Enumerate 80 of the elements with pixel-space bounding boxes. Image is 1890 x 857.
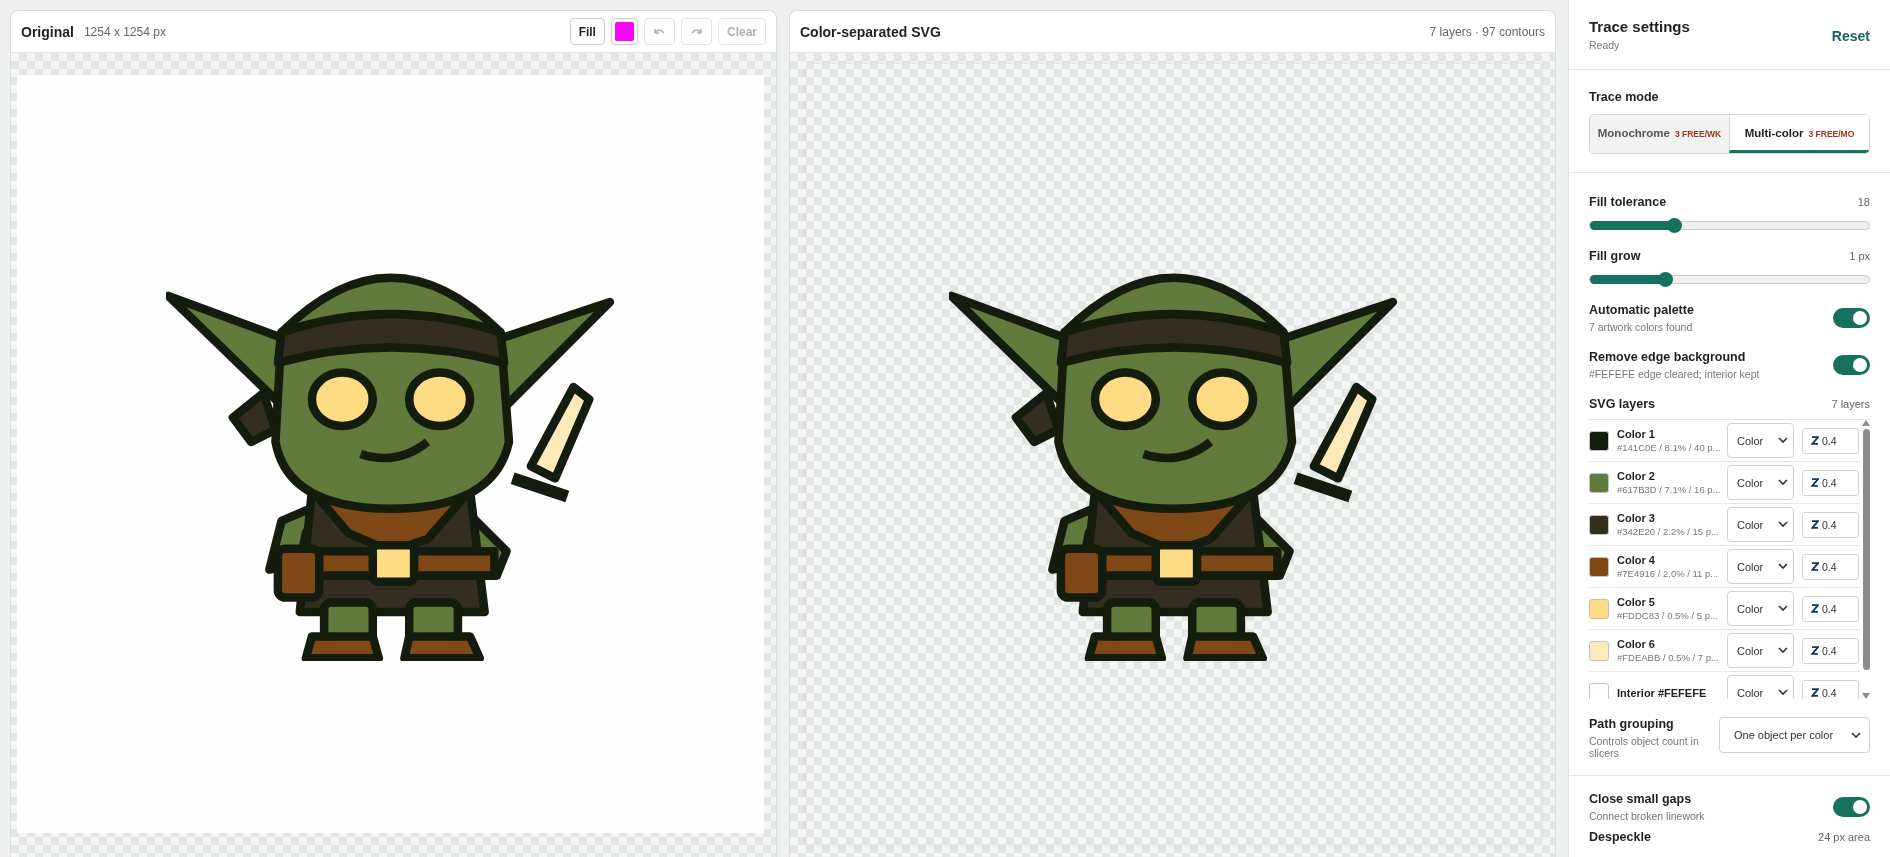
setting-label: Automatic palette bbox=[1589, 303, 1694, 317]
z-icon bbox=[1811, 478, 1819, 487]
toggle-switch[interactable] bbox=[1833, 308, 1870, 328]
z-icon bbox=[1811, 688, 1819, 697]
chevron-down-icon bbox=[1778, 689, 1788, 696]
layer-mode-select[interactable]: Color bbox=[1727, 549, 1794, 584]
layer-name: Color 3 bbox=[1617, 512, 1656, 524]
z-index-field[interactable]: 0.4 bbox=[1802, 511, 1859, 538]
panel-title: Original bbox=[21, 23, 74, 40]
sidebar-title: Trace settings bbox=[1589, 18, 1690, 35]
z-icon bbox=[1811, 520, 1819, 529]
mode-tab[interactable]: Multi-color 3 FREE/MO bbox=[1729, 115, 1869, 153]
layer-details: #FDDC83 / 0.5% / 5 p... bbox=[1617, 610, 1719, 621]
layer-details: #342E20 / 2.2% / 15 p... bbox=[1617, 526, 1719, 537]
layer-mode-select[interactable]: Color bbox=[1727, 507, 1794, 542]
redo-icon bbox=[689, 27, 703, 36]
z-index-field[interactable]: 0.4 bbox=[1802, 637, 1859, 664]
z-index-field[interactable]: 0.4 bbox=[1802, 427, 1859, 454]
z-icon bbox=[1811, 436, 1819, 445]
mode-tab[interactable]: Monochrome 3 FREE/WK bbox=[1590, 115, 1729, 153]
scrollbar[interactable] bbox=[1860, 420, 1870, 699]
section-label: Trace mode bbox=[1589, 90, 1660, 104]
layer-details: #FDEABB / 0.5% / 7 p... bbox=[1617, 652, 1719, 663]
toggle-switch[interactable] bbox=[1833, 355, 1870, 375]
layer-name: Color 4 bbox=[1617, 554, 1656, 566]
z-index-field[interactable]: 0.4 bbox=[1802, 553, 1859, 580]
setting-hint: Connect broken linework bbox=[1589, 810, 1705, 822]
section-label: SVG layers bbox=[1589, 397, 1655, 411]
slider-value: 1 px bbox=[1849, 250, 1870, 262]
layer-mode-select[interactable]: Color bbox=[1727, 423, 1794, 458]
setting-label: Close small gaps bbox=[1589, 792, 1693, 806]
layer-name: Color 6 bbox=[1617, 638, 1656, 650]
status-text: Ready bbox=[1589, 39, 1621, 51]
reset-button[interactable]: Reset bbox=[1831, 28, 1870, 44]
z-icon bbox=[1811, 604, 1819, 613]
layer-name: Color 2 bbox=[1617, 470, 1656, 482]
layer-name: Color 5 bbox=[1617, 596, 1656, 608]
chevron-down-icon bbox=[1778, 563, 1788, 570]
setting-label: Remove edge background bbox=[1589, 350, 1747, 364]
layer-name: Interior #FEFEFE bbox=[1617, 686, 1708, 699]
layer-details: #141C0E / 8.1% / 40 p... bbox=[1617, 442, 1719, 453]
setting-hint: 7 artwork colors found bbox=[1589, 321, 1694, 333]
slider-thumb[interactable] bbox=[1658, 272, 1674, 287]
layer-details: #7E4916 / 2.0% / 11 p... bbox=[1617, 568, 1719, 579]
chevron-down-icon bbox=[1778, 605, 1788, 612]
slider-label: Fill tolerance bbox=[1589, 195, 1667, 209]
chevron-down-icon bbox=[1778, 647, 1788, 654]
path-grouping-select[interactable]: One object per color bbox=[1719, 717, 1870, 753]
layer-summary: 7 layers · 97 contours bbox=[1429, 24, 1545, 39]
undo-icon bbox=[652, 27, 666, 36]
image-size: 1254 x 1254 px bbox=[83, 24, 166, 39]
toggle-switch[interactable] bbox=[1833, 797, 1870, 817]
z-icon bbox=[1811, 646, 1819, 655]
fill-button[interactable]: Fill bbox=[569, 18, 605, 45]
despeckle-value: 24 px area bbox=[1818, 831, 1870, 843]
chevron-down-icon bbox=[1778, 437, 1788, 444]
scroll-up-icon bbox=[1862, 420, 1870, 426]
z-index-field[interactable]: 0.4 bbox=[1802, 469, 1859, 496]
z-icon bbox=[1811, 562, 1819, 571]
layer-count: 7 layers bbox=[1831, 398, 1870, 410]
panel-title: Color-separated SVG bbox=[800, 23, 941, 40]
layer-mode-select[interactable]: Color bbox=[1727, 633, 1794, 668]
slider-value: 18 bbox=[1857, 196, 1870, 208]
setting-label: Path grouping bbox=[1589, 717, 1675, 731]
slider-label: Fill grow bbox=[1589, 249, 1641, 263]
setting-label: Despeckle bbox=[1589, 830, 1651, 844]
chevron-down-icon bbox=[1778, 479, 1788, 486]
slider-thumb[interactable] bbox=[1666, 218, 1682, 233]
layer-name: Color 1 bbox=[1617, 428, 1656, 440]
scroll-down-icon bbox=[1862, 693, 1870, 699]
chevron-down-icon bbox=[1851, 731, 1861, 739]
setting-hint: Controls object count in slicers bbox=[1589, 735, 1700, 759]
layer-mode-select[interactable]: Color bbox=[1727, 465, 1794, 500]
layer-mode-select[interactable]: Color bbox=[1727, 591, 1794, 626]
layer-mode-select[interactable]: Color bbox=[1727, 675, 1794, 699]
z-index-field[interactable]: 0.4 bbox=[1802, 595, 1859, 622]
z-index-field[interactable]: 0.4 bbox=[1802, 679, 1859, 699]
chevron-down-icon bbox=[1778, 521, 1788, 528]
setting-hint: #FEFEFE edge cleared; interior kept bbox=[1589, 368, 1760, 380]
layer-details: #617B3D / 7.1% / 16 p... bbox=[1617, 484, 1719, 495]
